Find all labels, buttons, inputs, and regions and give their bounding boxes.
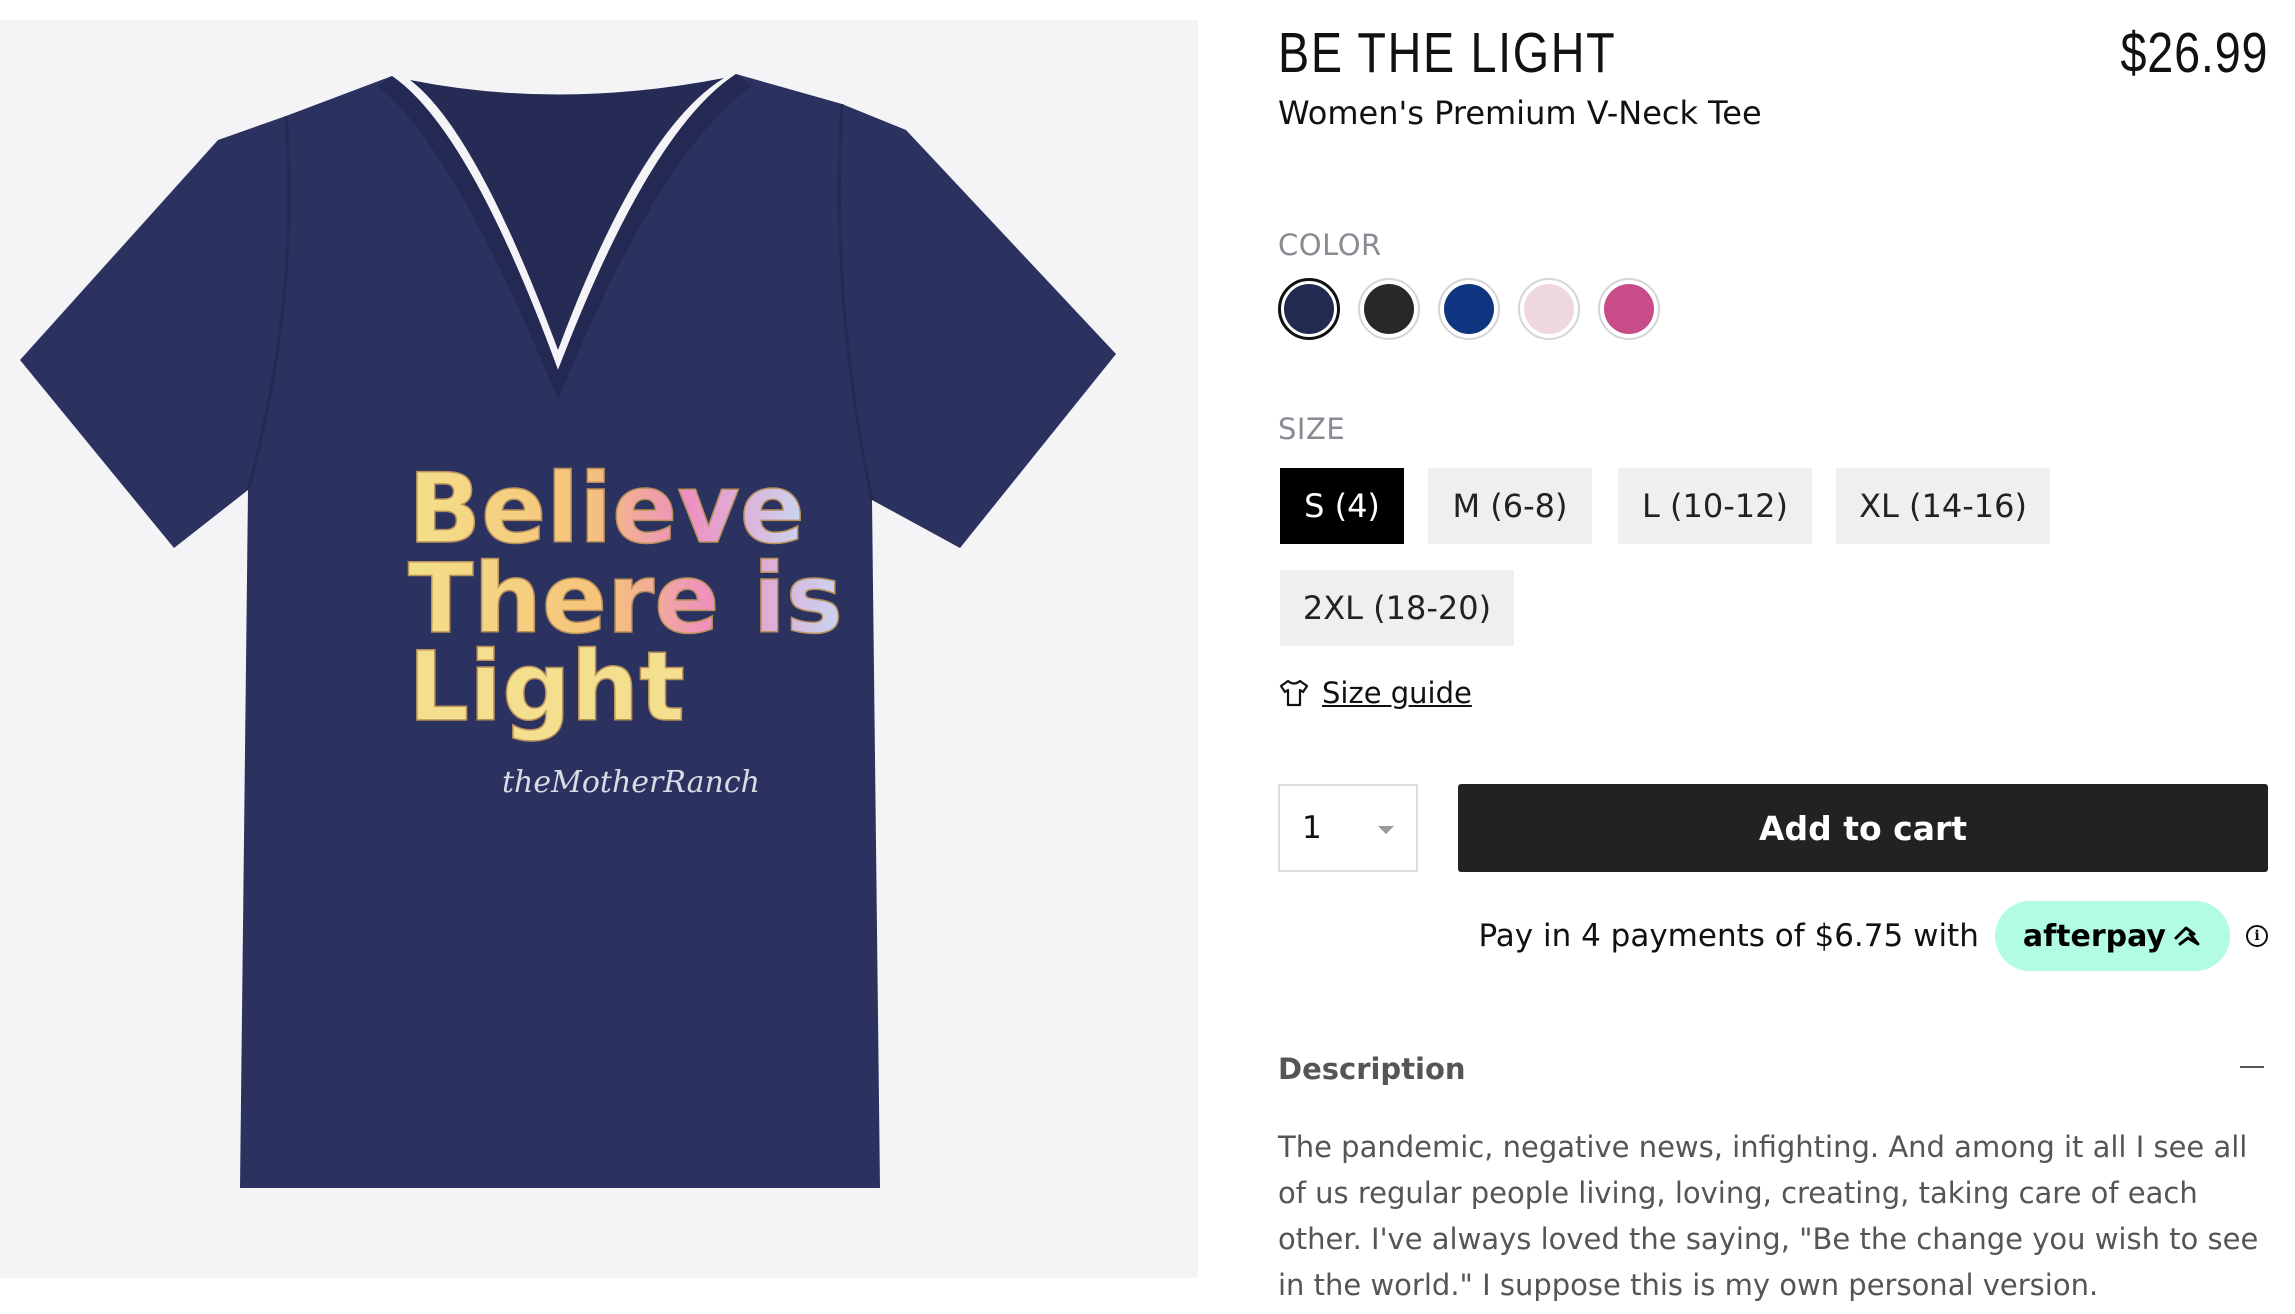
afterpay-brand: afterpay: [2022, 918, 2166, 954]
size-guide-label: Size guide: [1322, 676, 1472, 710]
afterpay-text: Pay in 4 payments of $6.75 with: [1478, 918, 1979, 954]
product-image[interactable]: Believe There is Light theMotherRanch: [0, 20, 1198, 1278]
product-title: BE THE LIGHT: [1278, 21, 1617, 85]
tshirt-illustration: Believe There is Light theMotherRanch: [20, 74, 1116, 1188]
tshirt-icon: [1279, 679, 1309, 707]
afterpay-row: Pay in 4 payments of $6.75 with afterpay…: [1478, 900, 2268, 972]
size-option-m[interactable]: M (6-8): [1428, 468, 1592, 544]
print-line-3: Light: [408, 631, 685, 743]
quantity-value: 1: [1302, 810, 1322, 846]
afterpay-badge[interactable]: afterpay: [1994, 901, 2230, 971]
print-signature: theMotherRanch: [502, 765, 760, 800]
color-swatch-pink[interactable]: [1598, 278, 1660, 340]
size-option-l[interactable]: L (10-12): [1618, 468, 1812, 544]
color-swatch-black[interactable]: [1358, 278, 1420, 340]
color-swatches: [1278, 278, 1660, 344]
product-info: BE THE LIGHT $26.99 Women's Premium V-Ne…: [1278, 0, 2268, 1314]
color-swatch-navy[interactable]: [1278, 278, 1340, 340]
product-subtitle: Women's Premium V-Neck Tee: [1278, 94, 1762, 132]
color-swatch-light-pink[interactable]: [1518, 278, 1580, 340]
size-option-2xl[interactable]: 2XL (18-20): [1280, 570, 1514, 646]
chevron-down-icon: [1378, 826, 1394, 834]
size-label: SIZE: [1278, 412, 1346, 446]
color-label: COLOR: [1278, 228, 1382, 262]
description-body: The pandemic, negative news, infighting.…: [1278, 1130, 2259, 1302]
product-price: $26.99: [2120, 21, 2268, 85]
info-icon[interactable]: i: [2246, 925, 2268, 947]
size-option-s[interactable]: S (4): [1280, 468, 1404, 544]
quantity-select[interactable]: 1: [1278, 784, 1418, 872]
afterpay-logo-icon: [2174, 926, 2200, 946]
collapse-icon[interactable]: [2240, 1066, 2264, 1068]
size-guide-link[interactable]: Size guide: [1278, 676, 1472, 710]
color-swatch-royal[interactable]: [1438, 278, 1500, 340]
add-to-cart-button[interactable]: Add to cart: [1458, 784, 2268, 872]
description-heading[interactable]: Description: [1278, 1052, 1466, 1086]
size-option-xl[interactable]: XL (14-16): [1836, 468, 2050, 544]
